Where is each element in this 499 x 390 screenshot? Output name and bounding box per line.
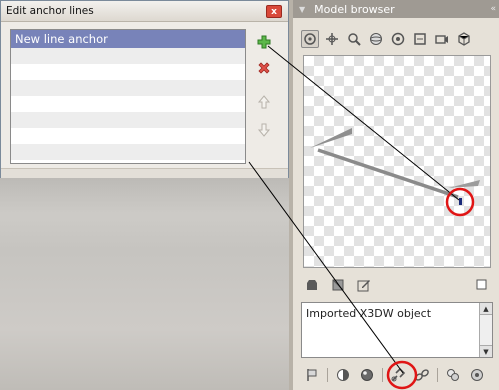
zoom-icon [348, 33, 361, 46]
cube-icon [458, 32, 470, 46]
edit-view-button[interactable] [355, 276, 373, 294]
maximize-view-button[interactable] [473, 276, 491, 294]
material-icon [361, 369, 373, 381]
solid-view-button[interactable] [303, 276, 321, 294]
target-button[interactable] [389, 30, 407, 48]
scroll-up-arrow[interactable]: ▲ [480, 303, 492, 315]
close-button[interactable]: x [266, 5, 282, 18]
add-anchor-button[interactable] [255, 33, 273, 51]
scroll-down-arrow[interactable]: ▼ [480, 345, 492, 357]
panel-title: Model browser [314, 2, 395, 16]
list-item[interactable] [11, 144, 245, 160]
object-description-box[interactable]: Imported X3DW object ▲ ▼ [301, 302, 493, 358]
settings-button[interactable] [468, 366, 486, 384]
link-icon [415, 369, 429, 381]
model-preview-viewport[interactable] [303, 55, 491, 268]
dock-toggle[interactable]: « [490, 4, 496, 14]
zoom-button[interactable] [345, 30, 363, 48]
settings-icon [471, 369, 483, 381]
target-icon [391, 32, 405, 46]
browser-bottom-toolbar [303, 366, 486, 384]
pan-button[interactable] [323, 30, 341, 48]
list-item[interactable]: New line anchor [11, 30, 245, 48]
pan-icon [326, 33, 338, 45]
camera-icon [435, 35, 448, 44]
link-button[interactable] [413, 366, 431, 384]
description-scrollbar[interactable]: ▲ ▼ [479, 303, 492, 357]
panel-header[interactable]: ▼ Model browser « [293, 0, 499, 18]
window-bottom-edge [1, 168, 288, 178]
collapse-toggle[interactable]: ▼ [299, 5, 305, 14]
orbit-icon [304, 33, 316, 45]
move-up-button[interactable] [255, 93, 273, 111]
sphere-button[interactable] [367, 30, 385, 48]
arrow-up-icon [257, 95, 271, 109]
edit-icon [357, 280, 370, 292]
toolbar-separator [327, 368, 328, 382]
anchor-list[interactable]: New line anchor [10, 29, 246, 164]
object-description: Imported X3DW object [306, 307, 432, 320]
window-title: Edit anchor lines [6, 5, 94, 17]
anchor-link-icon [391, 367, 406, 382]
sphere-icon [370, 33, 382, 45]
delete-anchor-button[interactable] [255, 59, 273, 77]
list-item[interactable] [11, 96, 245, 112]
model-browser-panel: ▼ Model browser « Imported X3DW object ▲… [293, 0, 499, 390]
camera-button[interactable] [433, 30, 451, 48]
cube-button[interactable] [455, 30, 473, 48]
flag-button[interactable] [303, 366, 321, 384]
list-item[interactable] [11, 112, 245, 128]
maximize-icon [476, 279, 487, 290]
orbit-button[interactable] [301, 30, 319, 48]
solid-icon [307, 280, 317, 290]
arrow-down-icon [257, 123, 271, 137]
wireframe-icon [332, 279, 344, 291]
window-title-bar[interactable]: Edit anchor lines [1, 1, 288, 22]
layers-button[interactable] [444, 366, 462, 384]
toolbar-separator [437, 368, 438, 382]
list-item[interactable] [11, 64, 245, 80]
wireframe-view-button[interactable] [329, 276, 347, 294]
anchor-link-button[interactable] [389, 366, 407, 384]
frame-button[interactable] [411, 30, 429, 48]
edit-anchor-lines-window: Edit anchor lines x New line anchor [0, 0, 289, 178]
layers-icon [447, 369, 459, 381]
flag-icon [307, 369, 317, 381]
contrast-icon [337, 369, 349, 381]
list-item[interactable] [11, 48, 245, 64]
move-down-button[interactable] [255, 121, 273, 139]
frame-icon [414, 33, 426, 45]
browser-toolbar [301, 30, 473, 48]
material-button[interactable] [358, 366, 376, 384]
contrast-button[interactable] [334, 366, 352, 384]
viewport-toolbar [303, 276, 491, 294]
cross-icon [258, 62, 270, 74]
list-item[interactable] [11, 128, 245, 144]
plus-icon [257, 35, 271, 49]
toolbar-separator [382, 368, 383, 382]
list-item[interactable] [11, 80, 245, 96]
